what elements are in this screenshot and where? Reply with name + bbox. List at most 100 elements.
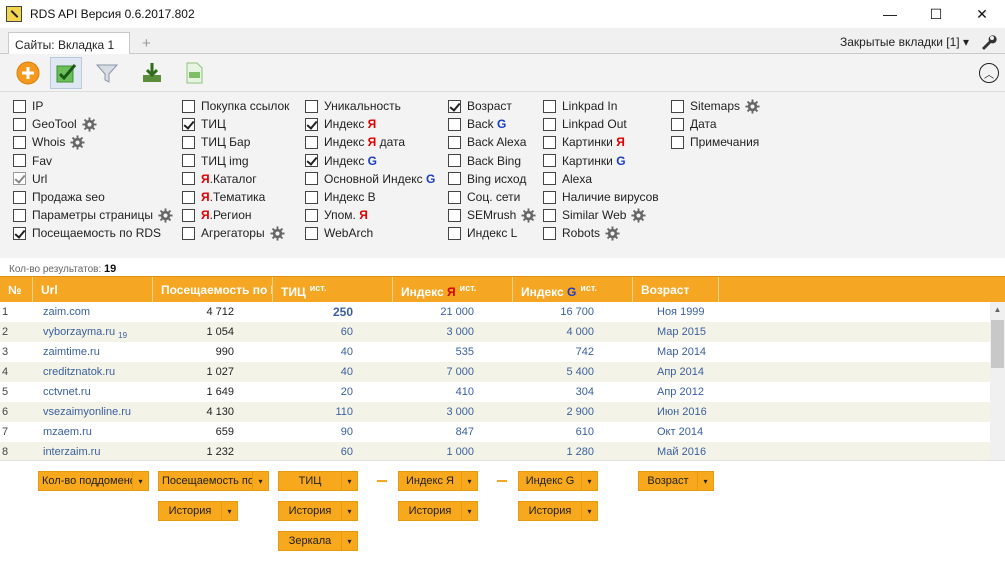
subdomains-dropdown[interactable]: Кол-во поддоменов ▾: [38, 471, 149, 491]
checkbox[interactable]: [305, 208, 318, 222]
table-row[interactable]: 6 vsezaimyonline.ru 4 130 110 3 000 2 900 Июн …: [0, 402, 990, 422]
checkbox[interactable]: [305, 99, 318, 113]
row-index-ya[interactable]: 3 000: [446, 326, 474, 338]
checkbox[interactable]: [448, 208, 461, 222]
row-age[interactable]: Май 2016: [657, 446, 706, 458]
option-col3-5[interactable]: Индекс В: [305, 188, 435, 206]
gear-icon[interactable]: [605, 226, 620, 241]
closed-tabs-dropdown[interactable]: Закрытые вкладки [1] ▾: [840, 35, 969, 49]
visits-dropdown[interactable]: Посещаемость по RDS▾: [158, 471, 269, 491]
row-index-g[interactable]: 1 280: [566, 446, 594, 458]
header-index-ya[interactable]: Индекс Яист.: [393, 277, 513, 302]
age-dropdown[interactable]: Возраст ▾: [638, 471, 714, 491]
table-row[interactable]: 4 creditznatok.ru 1 027 40 7 000 5 400 Апр 201…: [0, 362, 990, 382]
row-age[interactable]: Мар 2014: [657, 346, 706, 358]
row-url-link[interactable]: creditznatok.ru: [43, 366, 115, 378]
index-g-dropdown[interactable]: Индекс G ▾: [518, 471, 598, 491]
option-col4-6[interactable]: SEMrush: [448, 206, 536, 224]
checkbox[interactable]: [448, 190, 461, 204]
row-url-link[interactable]: vsezaimyonline.ru: [43, 406, 131, 418]
checkbox[interactable]: [305, 226, 318, 240]
table-row[interactable]: 3 zaimtime.ru 990 40 535 742 Мар 2014: [0, 342, 990, 362]
row-index-g[interactable]: 4 000: [566, 326, 594, 338]
option-col5-6[interactable]: Similar Web: [543, 206, 659, 224]
checkbox[interactable]: [448, 226, 461, 240]
checkbox[interactable]: [305, 172, 318, 186]
checkbox[interactable]: [448, 117, 461, 131]
row-url-link[interactable]: vyborzayma.ru 19: [43, 326, 127, 340]
option-col3-7[interactable]: WebArch: [305, 224, 435, 242]
mirrors-dropdown[interactable]: Зеркала ▾: [278, 531, 358, 551]
row-index-ya[interactable]: 847: [456, 426, 474, 438]
checkbox[interactable]: [13, 154, 26, 168]
header-visits[interactable]: Посещаемость по RDS: [153, 277, 273, 302]
option-col5-4[interactable]: Alexa: [543, 170, 659, 188]
row-index-ya[interactable]: 3 000: [446, 406, 474, 418]
row-url-link[interactable]: zaim.com: [43, 306, 90, 318]
checkbox[interactable]: [305, 135, 318, 149]
visits-history-dropdown[interactable]: История ▾: [158, 501, 238, 521]
option-col6-1[interactable]: Дата: [671, 115, 760, 133]
row-url-link[interactable]: cctvnet.ru: [43, 386, 91, 398]
checkbox[interactable]: [182, 154, 195, 168]
checkbox[interactable]: [543, 135, 556, 149]
checkbox[interactable]: [182, 172, 195, 186]
checkbox[interactable]: [543, 154, 556, 168]
option-col6-0[interactable]: Sitemaps: [671, 97, 760, 115]
tic-history-dropdown[interactable]: История ▾: [278, 501, 358, 521]
add-button[interactable]: [12, 57, 44, 89]
row-tic[interactable]: 20: [341, 386, 353, 398]
tic-dropdown[interactable]: ТИЦ ▾: [278, 471, 358, 491]
option-col1-2[interactable]: Whois: [13, 133, 173, 151]
checkbox[interactable]: [13, 208, 26, 222]
wrench-icon[interactable]: [979, 33, 997, 51]
checkbox[interactable]: [543, 208, 556, 222]
checkbox[interactable]: [671, 135, 684, 149]
header-age[interactable]: Возраст: [633, 277, 719, 302]
option-col4-2[interactable]: Back Alexa: [448, 133, 536, 151]
row-index-g[interactable]: 610: [576, 426, 594, 438]
collapse-up-icon[interactable]: ︿: [979, 63, 999, 83]
scroll-thumb[interactable]: [991, 320, 1004, 368]
checkbox[interactable]: [13, 135, 26, 149]
checkbox[interactable]: [543, 226, 556, 240]
checkbox[interactable]: [13, 99, 26, 113]
row-index-g[interactable]: 2 900: [566, 406, 594, 418]
header-index-g[interactable]: Индекс Gист.: [513, 277, 633, 302]
option-col5-3[interactable]: Картинки G: [543, 152, 659, 170]
checkbox[interactable]: [305, 154, 318, 168]
index-ya-history-dropdown[interactable]: История ▾: [398, 501, 478, 521]
csv-button[interactable]: [178, 57, 210, 89]
row-index-g[interactable]: 16 700: [560, 306, 594, 318]
checkbox[interactable]: [448, 135, 461, 149]
row-tic[interactable]: 90: [341, 426, 353, 438]
row-tic[interactable]: 40: [341, 366, 353, 378]
option-col4-4[interactable]: Bing исход: [448, 170, 536, 188]
header-tic[interactable]: ТИЦ ист.: [273, 277, 393, 302]
row-index-ya[interactable]: 21 000: [440, 306, 474, 318]
option-col2-5[interactable]: Я.Тематика: [182, 188, 289, 206]
checkbox[interactable]: [182, 117, 195, 131]
checkbox[interactable]: [13, 190, 26, 204]
option-col2-6[interactable]: Я.Регион: [182, 206, 289, 224]
row-tic[interactable]: 60: [341, 446, 353, 458]
checkbox[interactable]: [671, 99, 684, 113]
row-age[interactable]: Мар 2015: [657, 326, 706, 338]
option-col5-0[interactable]: Linkpad In: [543, 97, 659, 115]
option-col4-3[interactable]: Back Bing: [448, 152, 536, 170]
close-button[interactable]: ✕: [959, 0, 1005, 28]
option-col2-4[interactable]: Я.Каталог: [182, 170, 289, 188]
checkbox[interactable]: [305, 117, 318, 131]
option-col2-0[interactable]: Покупка ссылок: [182, 97, 289, 115]
option-col1-0[interactable]: IP: [13, 97, 173, 115]
option-col1-7[interactable]: Посещаемость по RDS: [13, 224, 173, 242]
row-index-ya[interactable]: 535: [456, 346, 474, 358]
option-col3-3[interactable]: Индекс G: [305, 152, 435, 170]
tab-sites-1[interactable]: Сайты: Вкладка 1: [8, 32, 130, 55]
checkbox[interactable]: [543, 99, 556, 113]
gear-icon[interactable]: [82, 117, 97, 132]
row-tic[interactable]: 60: [341, 326, 353, 338]
gear-icon[interactable]: [270, 226, 285, 241]
row-url-link[interactable]: zaimtime.ru: [43, 346, 100, 358]
row-url-link[interactable]: interzaim.ru: [43, 446, 100, 458]
